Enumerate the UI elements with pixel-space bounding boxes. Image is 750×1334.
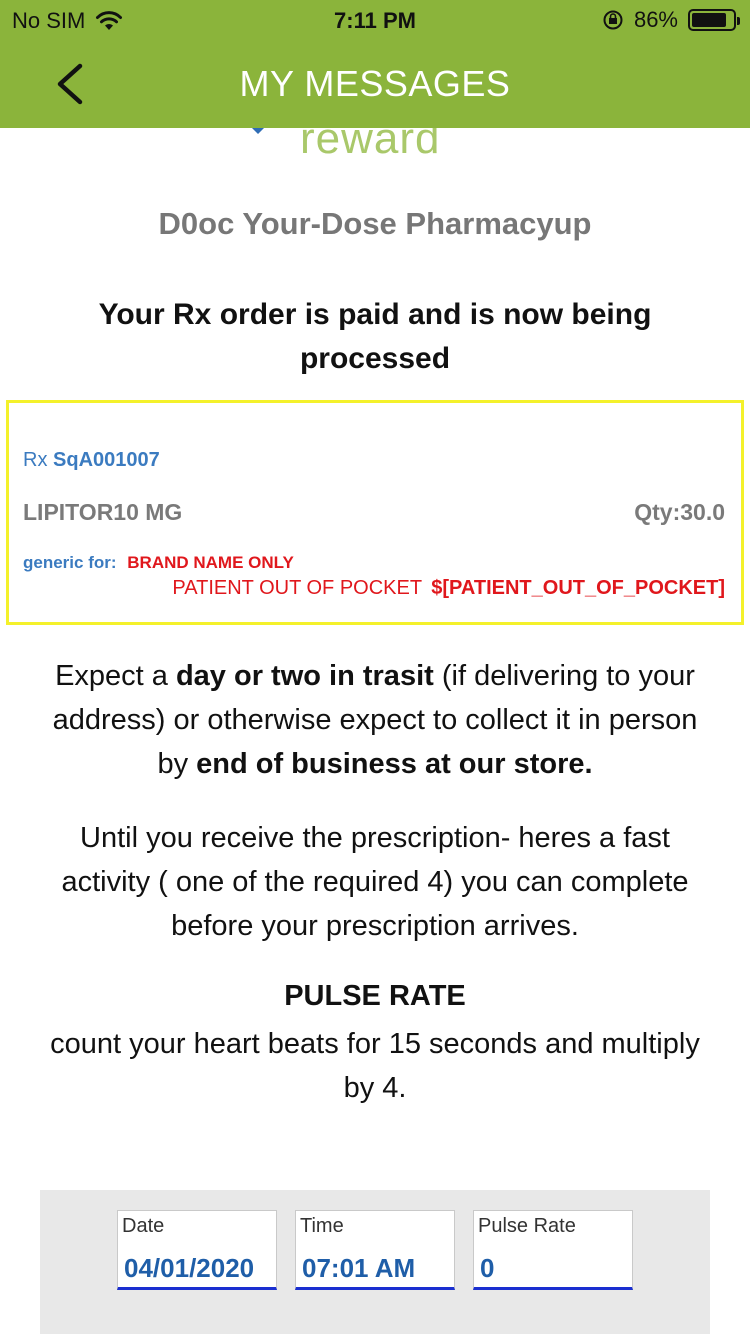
battery-icon xyxy=(688,9,740,31)
activity-paragraph: Until you receive the prescription- here… xyxy=(61,822,689,942)
battery-percent: 86% xyxy=(633,7,678,32)
rx-number: SqA001007 xyxy=(53,449,160,471)
status-bar: No SIM 7:11 PM 86% xyxy=(0,0,750,40)
orientation-lock-icon xyxy=(603,10,623,30)
page-title: MY MESSAGES xyxy=(239,63,511,104)
time-value[interactable]: 07:01 AM xyxy=(302,1253,415,1284)
order-headline: Your Rx order is paid and is now being p… xyxy=(98,298,652,375)
delivery-paragraph: Expect a day or two in trasit (if delive… xyxy=(40,654,710,786)
pulse-rate-description: count your heart beats for 15 seconds an… xyxy=(50,1028,700,1104)
pulse-rate-label: Pulse Rate xyxy=(478,1215,576,1237)
message-content: reward SM D0oc Your-Dose Pharmacyup Your… xyxy=(0,128,750,1334)
rx-details-card: Rx SqA001007 LIPITOR10 MG Qty:30.0 gener… xyxy=(6,400,744,625)
logo-word: reward xyxy=(300,128,441,163)
generic-line: generic for: BRAND NAME ONLY xyxy=(23,553,294,573)
battery-fill xyxy=(692,13,727,27)
rx-prefix: Rx xyxy=(23,449,48,471)
oop-value: $[PATIENT_OUT_OF_POCKET] xyxy=(431,577,725,599)
delivery-text-b: day or two in trasit xyxy=(175,660,434,692)
status-right: 86% xyxy=(602,7,740,33)
date-value[interactable]: 04/01/2020 xyxy=(124,1253,254,1284)
out-of-pocket-line: PATIENT OUT OF POCKET $[PATIENT_OUT_OF_P… xyxy=(172,577,725,600)
drug-name: LIPITOR10 MG xyxy=(23,499,183,525)
time-label: Time xyxy=(300,1215,344,1237)
pulse-rate-title: PULSE RATE xyxy=(284,980,466,1012)
time-field[interactable]: Time 07:01 AM xyxy=(295,1210,455,1290)
date-label: Date xyxy=(122,1215,165,1237)
nav-bar: MY MESSAGES xyxy=(0,40,750,128)
delivery-text-a: Expect a xyxy=(55,660,176,692)
pulse-form: Date 04/01/2020 Time 07:01 AM Pulse Rate… xyxy=(40,1190,710,1334)
pharmacy-name: D0oc Your-Dose Pharmacyup xyxy=(158,206,592,241)
generic-value: BRAND NAME ONLY xyxy=(127,553,294,572)
pulse-rate-field[interactable]: Pulse Rate 0 xyxy=(473,1210,633,1290)
generic-label: generic for: xyxy=(23,553,117,572)
date-field[interactable]: Date 04/01/2020 xyxy=(117,1210,277,1290)
logo-mark-icon xyxy=(252,128,264,134)
oop-label: PATIENT OUT OF POCKET xyxy=(172,577,422,599)
rx-number-line: Rx SqA001007 xyxy=(23,449,160,472)
drug-quantity: Qty:30.0 xyxy=(634,499,725,525)
delivery-text-d: end of business at our store. xyxy=(196,748,593,780)
reward-logo: reward SM xyxy=(230,128,510,174)
pulse-rate-value[interactable]: 0 xyxy=(480,1253,494,1284)
